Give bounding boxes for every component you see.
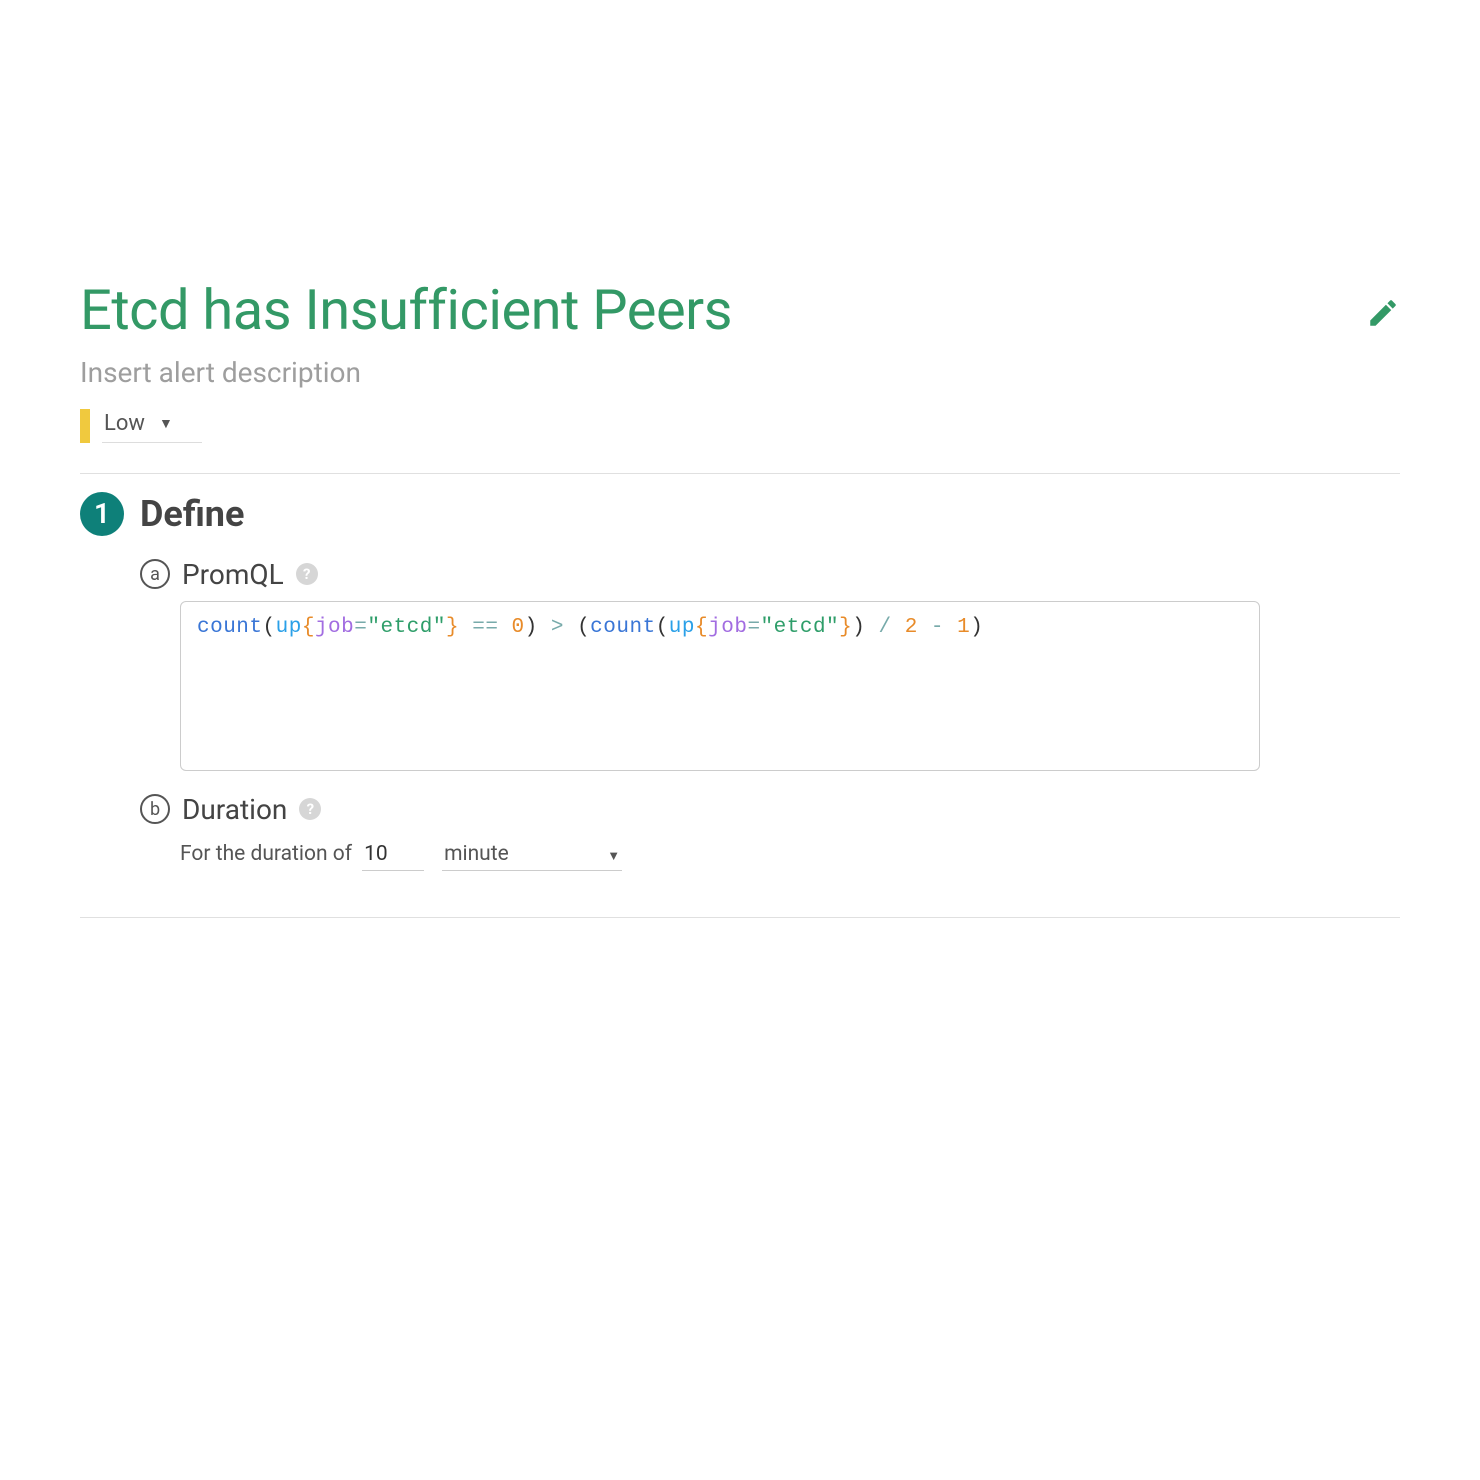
duration-row: For the duration of minute ▼ [180, 838, 1400, 871]
promql-label: PromQL [182, 558, 284, 591]
chevron-down-icon: ▼ [159, 415, 173, 432]
section-divider [80, 917, 1400, 918]
promql-editor[interactable]: count(up{job="etcd"} == 0) > (count(up{j… [180, 601, 1260, 771]
duration-header: b Duration ? [140, 793, 1400, 826]
duration-unit-label: minute [444, 842, 509, 866]
promql-sub-badge: a [140, 559, 170, 589]
pencil-icon[interactable] [1366, 296, 1400, 330]
duration-sub-badge: b [140, 794, 170, 824]
duration-unit-dropdown[interactable]: minute ▼ [442, 838, 622, 871]
severity-row: Low ▼ [80, 409, 1400, 443]
alert-title[interactable]: Etcd has Insufficient Peers [80, 280, 732, 342]
duration-subsection: b Duration ? For the duration of minute … [140, 793, 1400, 871]
severity-label: Low [104, 411, 145, 436]
promql-subsection: a PromQL ? count(up{job="etcd"} == 0) > … [140, 558, 1400, 771]
chevron-down-icon: ▼ [607, 848, 620, 864]
severity-color-indicator [80, 409, 90, 443]
step-number-badge: 1 [80, 492, 124, 536]
section-divider [80, 473, 1400, 474]
alert-description-input[interactable]: Insert alert description [80, 356, 1400, 389]
duration-label: Duration [182, 793, 287, 826]
alert-header: Etcd has Insufficient Peers [80, 280, 1400, 342]
duration-prefix-label: For the duration of [180, 842, 352, 866]
help-icon[interactable]: ? [299, 798, 321, 820]
promql-header: a PromQL ? [140, 558, 1400, 591]
define-section-header: 1 Define [80, 492, 1400, 536]
step-title: Define [140, 492, 244, 536]
duration-value-input[interactable] [362, 838, 424, 871]
help-icon[interactable]: ? [296, 563, 318, 585]
severity-dropdown[interactable]: Low ▼ [102, 409, 202, 443]
